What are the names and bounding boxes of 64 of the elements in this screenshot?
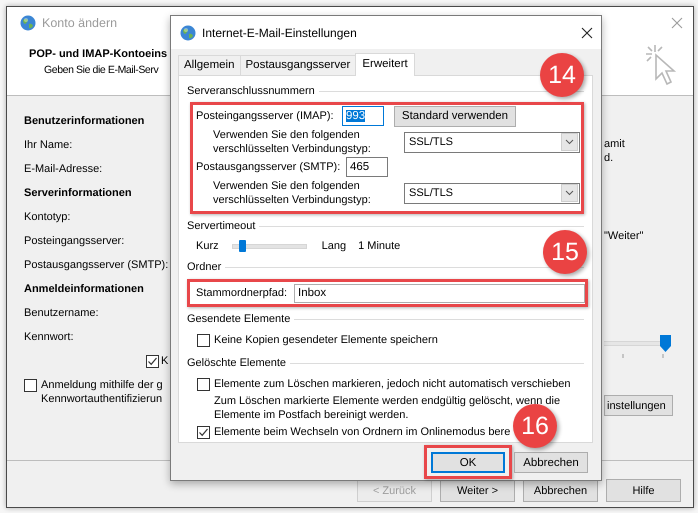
field-label: Postausgangsserver (SMTP):	[24, 258, 168, 273]
window-title: Konto ändern	[42, 16, 118, 30]
checkbox[interactable]	[197, 426, 210, 438]
step-number-badge: 15	[543, 230, 587, 274]
field-label: Ihr Name:	[24, 138, 72, 153]
close-icon	[581, 26, 593, 38]
field-label: Posteingangsserver:	[24, 234, 124, 249]
checkbox-label: Anmeldung mithilfe der g Kennwortauthentifizierun	[41, 378, 163, 406]
field-label: Kennwort:	[24, 330, 74, 345]
slider-thumb[interactable]	[239, 240, 246, 252]
slider-value: 1 Minute	[358, 240, 400, 252]
field-label: E-Mail-Adresse:	[24, 162, 102, 177]
dialog-title: Internet-E-Mail-Einstellungen	[202, 26, 357, 40]
dialog-button[interactable]: OK	[431, 452, 505, 473]
default-button[interactable]: Standard verwenden	[394, 106, 516, 126]
description-text: amit	[604, 137, 625, 151]
checkbox[interactable]	[197, 378, 210, 390]
close-icon	[671, 17, 683, 29]
globe-icon	[20, 15, 36, 31]
tab[interactable]: Allgemein	[178, 55, 240, 75]
globe-icon	[180, 24, 196, 40]
field-label: Kontotyp:	[24, 210, 70, 225]
group-label: Ordner	[187, 261, 222, 273]
step-number-badge: 14	[540, 53, 584, 97]
slider-min-label: Kurz	[196, 240, 219, 252]
group-label: Gesendete Elemente	[187, 313, 290, 325]
tab[interactable]: Erweitert	[355, 53, 415, 76]
checkbox-label: Keine Kopien gesendeter Elemente speichern	[214, 334, 438, 346]
checkbox[interactable]	[24, 379, 37, 392]
group-label: Gelöschte Elemente	[187, 357, 286, 369]
checkbox[interactable]	[197, 334, 210, 346]
group-label: Serveranschlussnummern	[187, 85, 315, 97]
checkbox-label: Elemente zum Löschen markieren, jedoch nicht automatisch verschieben	[214, 378, 570, 390]
checkbox-label: Elemente beim Wechseln von Ordnern im Onlinemodus bere	[214, 426, 510, 438]
input-field[interactable]: Inbox	[294, 284, 585, 302]
section-heading: Serverinformationen	[24, 186, 132, 201]
section-heading: Benutzerinformationen	[24, 114, 144, 129]
page-subheading: Geben Sie die E-Mail-Serv	[43, 63, 160, 78]
field-label: Stammordnerpfad:	[196, 287, 288, 299]
field-label: Verwenden Sie den folgenden verschlüsselten Verbindungstyp:	[213, 179, 372, 207]
field-label: Benutzername:	[24, 306, 99, 321]
chevron-icon	[561, 184, 578, 202]
field-label: Posteingangsserver (IMAP):	[196, 110, 335, 122]
dropdown[interactable]: SSL/TLS	[404, 132, 580, 152]
group-label: Servertimeout	[187, 220, 256, 232]
checkbox-label: K	[161, 355, 168, 367]
slider-thumb[interactable]	[660, 335, 671, 352]
dialog-button[interactable]: Abbrechen	[514, 452, 588, 473]
description-text: d.	[604, 151, 614, 165]
input-field[interactable]: 993	[342, 106, 384, 126]
slider-max-label: Lang	[322, 240, 346, 252]
field-label: Postausgangsserver (SMTP):	[196, 161, 342, 173]
wizard-button[interactable]: Abbrechen	[523, 479, 598, 502]
wizard-button[interactable]: Hilfe	[606, 479, 681, 502]
hint-text: "Weiter"	[604, 229, 644, 243]
checkbox[interactable]	[146, 354, 159, 368]
settings-button[interactable]: instellungen	[604, 395, 673, 416]
input-field[interactable]: 465	[346, 157, 388, 177]
chevron-icon	[561, 133, 578, 151]
wizard-button[interactable]: Weiter >	[440, 479, 515, 502]
field-label: Verwenden Sie den folgenden verschlüsselten Verbindungstyp:	[213, 128, 372, 156]
section-heading: Anmeldeinformationen	[24, 282, 144, 297]
page-heading: POP- und IMAP-Kontoeins	[28, 47, 168, 61]
dropdown[interactable]: SSL/TLS	[404, 182, 580, 204]
